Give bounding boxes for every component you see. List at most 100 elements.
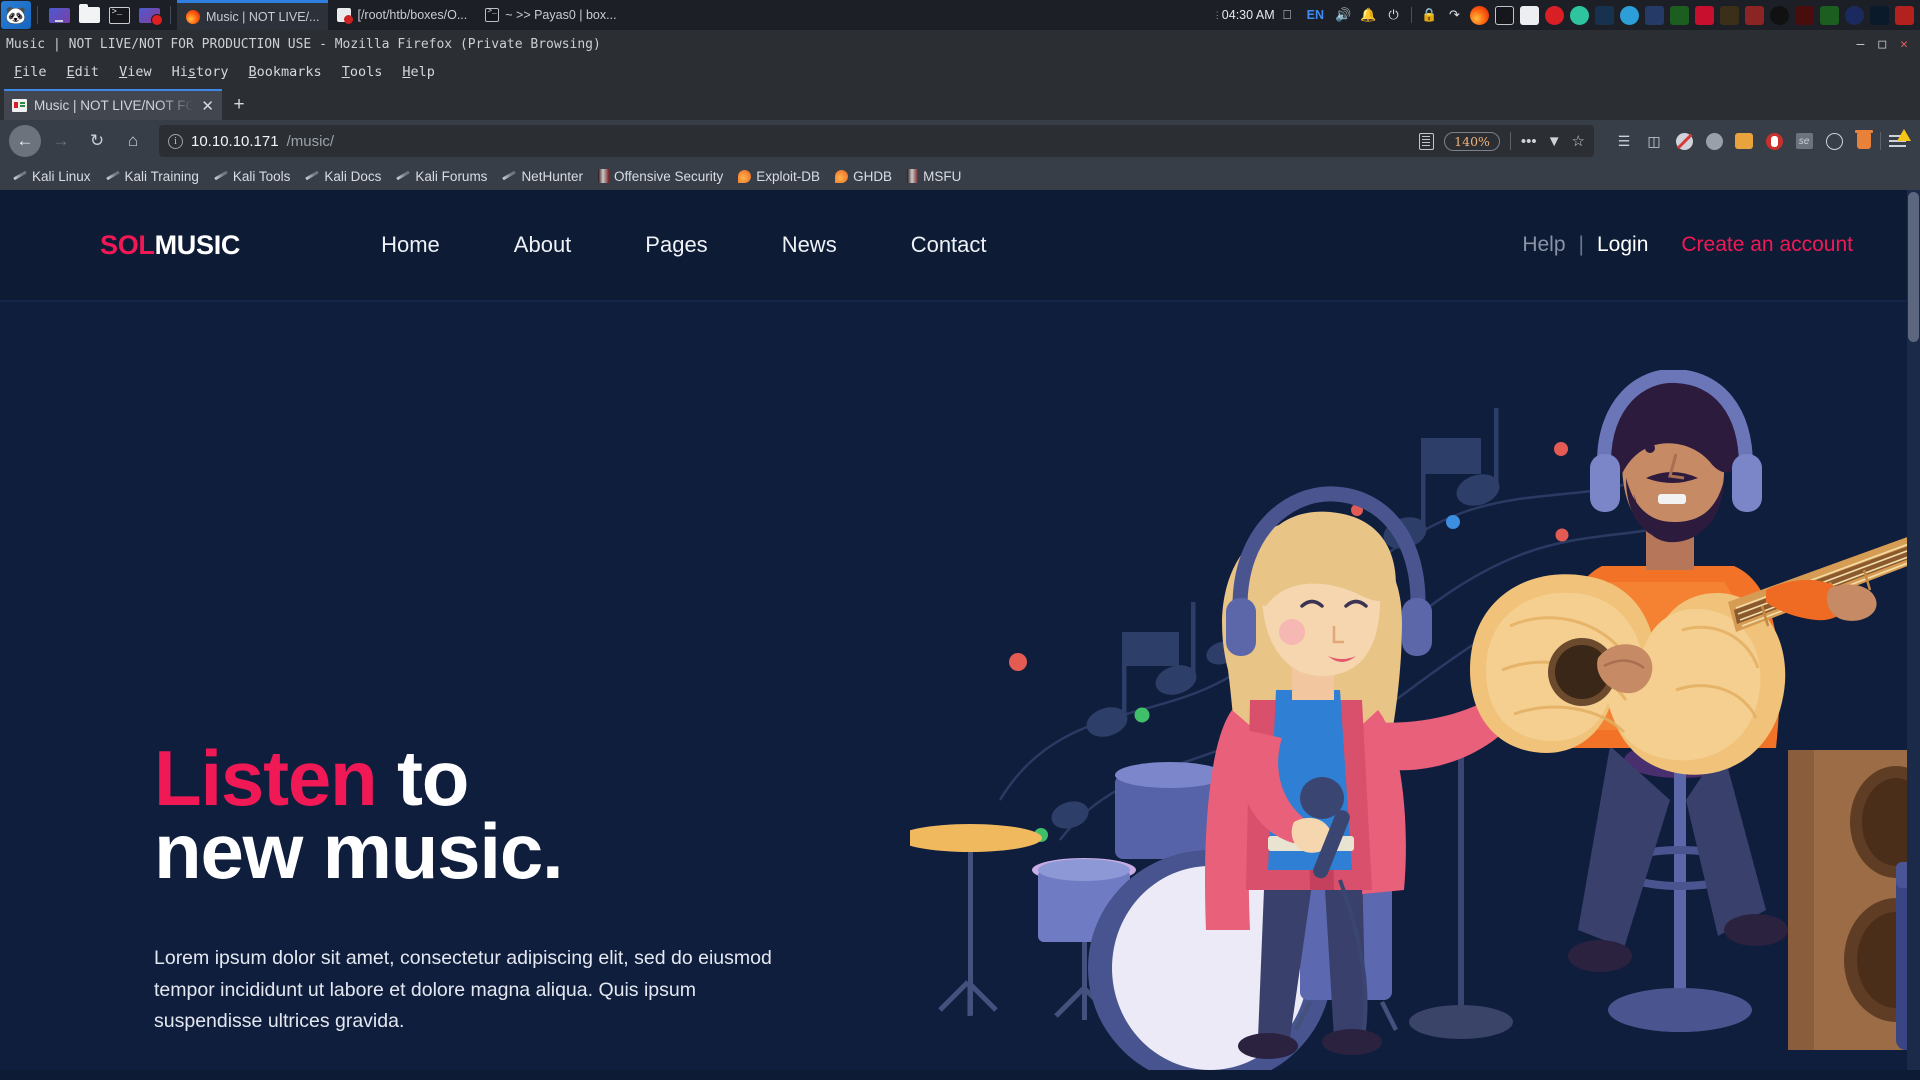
- nav-item-contact[interactable]: Contact: [874, 232, 1024, 258]
- nav-item-news[interactable]: News: [745, 232, 874, 258]
- bookmark-nethunter[interactable]: NetHunter: [495, 167, 590, 186]
- noscript-icon[interactable]: [1670, 126, 1698, 156]
- power-flash-icon[interactable]: ⏻: [1381, 0, 1406, 30]
- taskbar-divider: [37, 6, 38, 24]
- kali-dragon-icon: [396, 170, 410, 183]
- bookmark-kali-linux[interactable]: Kali Linux: [6, 167, 98, 186]
- bookmark-star-icon[interactable]: ☆: [1572, 132, 1585, 150]
- kali-menu-button[interactable]: 🐼: [1, 1, 31, 29]
- address-bar[interactable]: i 10.10.10.171/music/ 140% ••• ▼ ☆: [159, 125, 1594, 157]
- browser-tab-active[interactable]: Music | NOT LIVE/NOT FO ✕: [4, 89, 222, 120]
- menu-help[interactable]: Help: [394, 62, 443, 82]
- johnny-icon[interactable]: [1717, 0, 1742, 30]
- close-icon[interactable]: ✕: [201, 97, 214, 115]
- menu-icon[interactable]: [1883, 126, 1911, 156]
- metasploit-icon[interactable]: [1892, 0, 1917, 30]
- folder-icon[interactable]: [76, 3, 102, 27]
- pocket-icon[interactable]: ▼: [1547, 133, 1562, 150]
- bookmark-msfu[interactable]: MSFU: [900, 167, 968, 186]
- maltego-icon[interactable]: [1642, 0, 1667, 30]
- reader-view-icon[interactable]: [1419, 132, 1435, 150]
- keyboard-layout-indicator[interactable]: EN: [1300, 8, 1331, 22]
- menu-file[interactable]: File: [6, 62, 55, 82]
- bdfproxy-icon[interactable]: [1792, 0, 1817, 30]
- back-button[interactable]: ←: [9, 125, 41, 157]
- bell-icon[interactable]: 🔔: [1356, 0, 1381, 30]
- faraday-icon[interactable]: [1817, 0, 1842, 30]
- sidebar-icon[interactable]: ◫: [1640, 126, 1668, 156]
- ublock-origin-icon[interactable]: [1760, 126, 1788, 156]
- privacy-badger-icon[interactable]: [1730, 126, 1758, 156]
- browser-toolbar-extensions: ☰ ◫ se: [1604, 126, 1911, 156]
- menu-history[interactable]: History: [164, 62, 237, 82]
- bookmark-offensive-security[interactable]: Offensive Security: [591, 167, 730, 186]
- account-icon[interactable]: [1820, 126, 1848, 156]
- library-icon[interactable]: ☰: [1610, 126, 1638, 156]
- zenmap-icon[interactable]: [1567, 0, 1592, 30]
- bookmark-exploit-db[interactable]: Exploit-DB: [731, 167, 827, 186]
- new-tab-button[interactable]: +: [222, 89, 256, 120]
- auth-separator: |: [1578, 233, 1584, 256]
- menu-view[interactable]: View: [111, 62, 160, 82]
- clock[interactable]: 04:30 AM: [1222, 8, 1275, 22]
- beef-icon[interactable]: [1767, 0, 1792, 30]
- close-button[interactable]: ✕: [1900, 37, 1908, 52]
- bookmark-kali-training[interactable]: Kali Training: [99, 167, 206, 186]
- cookie-autodelete-icon[interactable]: [1700, 126, 1728, 156]
- kali-dragon-icon: [106, 170, 120, 183]
- taskbar-window-terminal[interactable]: ~ >> Payas0 | box...: [476, 0, 625, 30]
- volume-icon[interactable]: 🔊: [1331, 0, 1356, 30]
- bookmark-label: Offensive Security: [613, 168, 724, 184]
- display-icon[interactable]: ⎕: [1275, 0, 1300, 30]
- menu-bookmarks[interactable]: Bookmarks: [241, 62, 330, 82]
- bookmark-kali-docs[interactable]: Kali Docs: [298, 167, 388, 186]
- zoom-level-indicator[interactable]: 140%: [1444, 131, 1500, 151]
- create-account-link[interactable]: Create an account: [1648, 233, 1853, 257]
- minimize-button[interactable]: –: [1857, 37, 1865, 52]
- tray-grip[interactable]: ⋮: [1213, 10, 1222, 19]
- document-icon[interactable]: [1517, 0, 1542, 30]
- firefox-icon[interactable]: [1467, 0, 1492, 30]
- selenium-ide-icon[interactable]: se: [1790, 126, 1818, 156]
- terminal-icon[interactable]: [106, 3, 132, 27]
- help-link[interactable]: Help: [1522, 233, 1565, 257]
- mitmproxy-icon[interactable]: [1617, 0, 1642, 30]
- page-scrollbar[interactable]: [1907, 190, 1920, 1070]
- bookmark-ghdb[interactable]: GHDB: [828, 167, 899, 186]
- terminal-icon[interactable]: [1492, 0, 1517, 30]
- navigation-toolbar: ← → ↻ ⌂ i 10.10.10.171/music/ 140% ••• ▼…: [0, 120, 1920, 162]
- bookmark-kali-tools[interactable]: Kali Tools: [207, 167, 298, 186]
- bookmark-kali-forums[interactable]: Kali Forums: [389, 167, 494, 186]
- trash-icon[interactable]: [1850, 126, 1878, 156]
- cherrytree-icon[interactable]: [1542, 0, 1567, 30]
- logout-icon[interactable]: ↷: [1442, 0, 1467, 30]
- nav-item-about[interactable]: About: [477, 232, 609, 258]
- maximize-button[interactable]: □: [1878, 37, 1886, 52]
- tray-divider: [1411, 7, 1412, 23]
- screenrec-icon[interactable]: [136, 3, 163, 27]
- site-info-icon[interactable]: i: [168, 133, 183, 149]
- burpsuite-icon[interactable]: [1592, 0, 1617, 30]
- forward-button[interactable]: →: [45, 125, 77, 157]
- menu-edit[interactable]: Edit: [59, 62, 108, 82]
- taskbar-window-document[interactable]: [/root/htb/boxes/O...: [328, 0, 476, 30]
- site-logo[interactable]: SOLMUSIC: [100, 230, 240, 261]
- lock-icon[interactable]: 🔒: [1417, 0, 1442, 30]
- king-phisher-icon[interactable]: [1842, 0, 1867, 30]
- bird-icon[interactable]: [1867, 0, 1892, 30]
- nav-item-home[interactable]: Home: [344, 232, 477, 258]
- menu-tools[interactable]: Tools: [334, 62, 391, 82]
- scrollbar-thumb[interactable]: [1908, 192, 1919, 342]
- wifite-icon[interactable]: [1667, 0, 1692, 30]
- bookmark-label: Kali Docs: [324, 168, 382, 184]
- page-actions-icon[interactable]: •••: [1521, 133, 1537, 150]
- fcrackzip-icon[interactable]: [1692, 0, 1717, 30]
- login-link[interactable]: Login: [1597, 233, 1648, 257]
- nav-item-pages[interactable]: Pages: [608, 232, 744, 258]
- url-host: 10.10.10.171: [191, 132, 279, 150]
- armitage-icon[interactable]: [1742, 0, 1767, 30]
- reload-button[interactable]: ↻: [81, 125, 113, 157]
- home-button[interactable]: ⌂: [117, 125, 149, 157]
- taskbar-window-firefox[interactable]: Music | NOT LIVE/...: [177, 0, 329, 30]
- screen-icon[interactable]: [46, 3, 72, 27]
